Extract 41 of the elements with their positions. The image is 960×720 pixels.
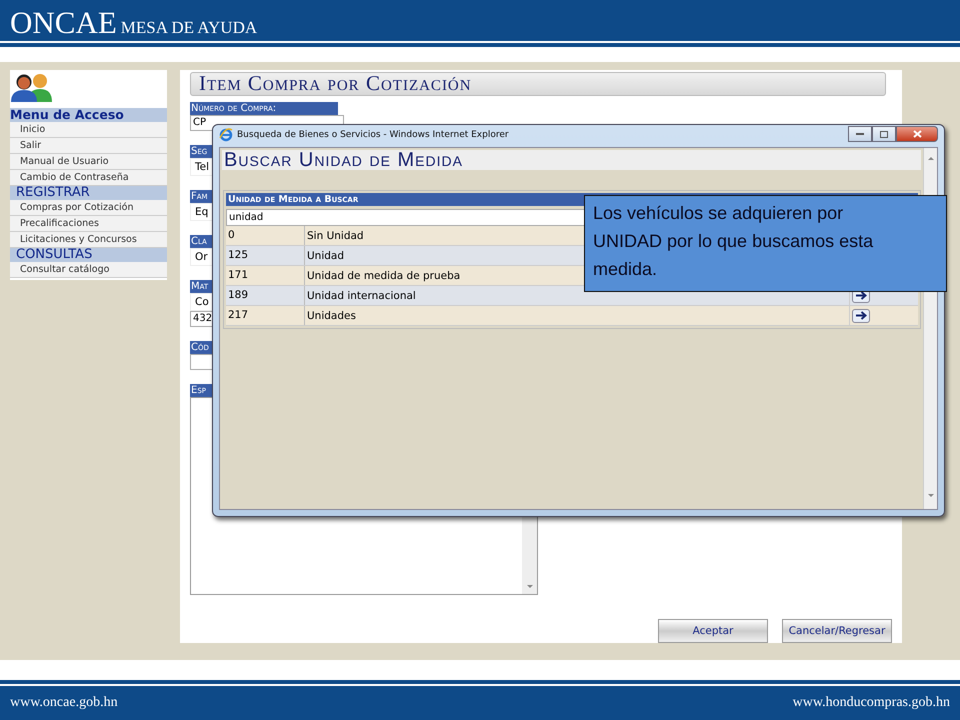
unit-name: Unidades [306, 310, 356, 322]
result-row[interactable]: 217 Unidades [226, 306, 918, 326]
unit-code: 171 [226, 266, 305, 285]
logo-text: ONCAE [10, 7, 117, 38]
unit-name: Unidad de medida de prueba [306, 270, 460, 282]
footer-link[interactable]: www.oncae.gob.hn [10, 695, 118, 711]
form-button[interactable]: Aceptar [658, 619, 768, 643]
maximize-icon [880, 130, 888, 138]
unit-code: 0 [226, 226, 305, 245]
arrow-icon [856, 311, 866, 320]
minimize-button[interactable] [848, 126, 872, 142]
select-arrow-button[interactable] [852, 308, 870, 322]
unit-code: 189 [226, 286, 305, 305]
page-title: Item Compra por Cotización [190, 72, 886, 96]
menu-item[interactable]: Licitaciones y Concursos [10, 232, 167, 248]
unit-code: 125 [226, 246, 305, 265]
form-button[interactable]: Cancelar/Regresar [782, 619, 892, 643]
menu-item[interactable]: Compras por Cotización [10, 200, 167, 216]
menu-item[interactable]: Inicio [10, 122, 167, 138]
menu-item[interactable]: Manual de Usuario [10, 154, 167, 170]
close-icon [912, 130, 922, 138]
unit-name: Unidad [306, 250, 344, 262]
note-tooltip: Los vehículos se adquieren por UNIDAD por lo que buscamos esta medida. [584, 195, 947, 292]
menu-item[interactable]: Precalificaciones [10, 216, 167, 232]
field-label: Número de Compra: [190, 102, 338, 115]
browser-icon [219, 128, 233, 142]
menu-section-title: Menu de Acceso [10, 108, 167, 122]
maximize-button[interactable] [872, 126, 896, 142]
menu-item[interactable]: Cambio de Contraseña [10, 170, 167, 186]
menu-item[interactable]: Consultar catálogo [10, 262, 167, 278]
dialog-heading: Buscar Unidad de Medida [222, 150, 921, 170]
menu-section-title: CONSULTAS [10, 248, 167, 262]
footer-link[interactable]: www.honducompras.gob.hn [792, 695, 950, 711]
minimize-icon [856, 132, 864, 136]
unit-code: 217 [226, 306, 305, 325]
header-subtitle: MESA DE AYUDA [120, 19, 258, 38]
menu-item[interactable]: Salir [10, 138, 167, 154]
window-title: Busqueda de Bienes o Servicios - Windows Internet Explorer [237, 130, 510, 140]
arrow-icon [856, 291, 866, 300]
close-button[interactable] [896, 126, 938, 142]
menu-section-title: REGISTRAR [10, 186, 167, 200]
